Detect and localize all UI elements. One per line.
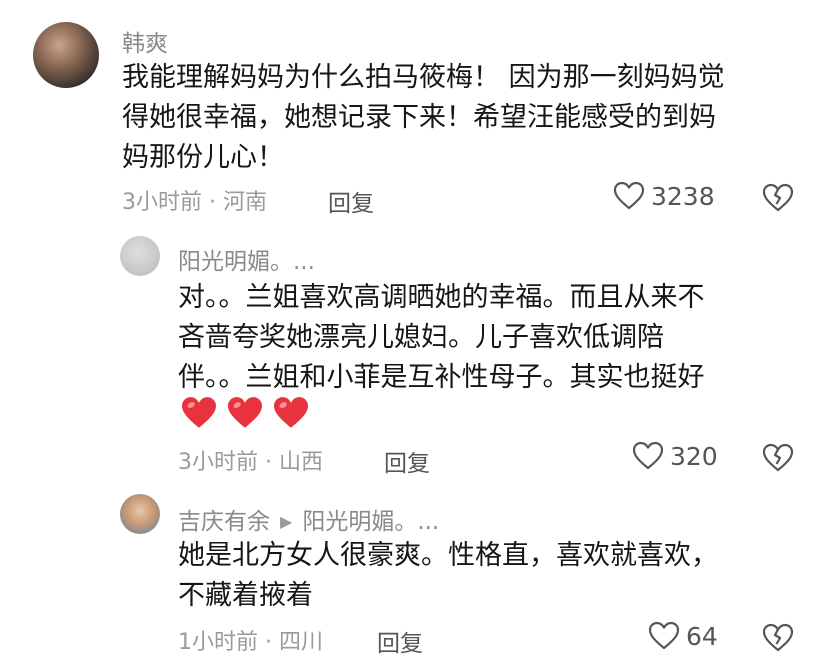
timestamp: 3小时前 — [178, 450, 258, 475]
author-name[interactable]: 吉庆有余 — [178, 509, 270, 535]
comment-line: 不藏着掖着 — [178, 580, 313, 611]
comment-line: 妈那份儿心！ — [122, 142, 284, 173]
location: 山西 — [279, 450, 324, 475]
avatar[interactable] — [120, 236, 160, 276]
meta-separator: · — [265, 630, 272, 655]
avatar[interactable] — [33, 22, 99, 88]
dislike-broken-heart-icon[interactable] — [762, 183, 794, 213]
comment-text: 我能理解妈妈为什么拍马筱梅！ 因为那一刻妈妈觉 得她很幸福，她想记录下来！希望汪… — [122, 58, 725, 178]
comment-text: 她是北方女人很豪爽。性格直，喜欢就喜欢， 不藏着掖着 — [178, 536, 718, 616]
reply-arrow-icon: ▶ — [280, 512, 293, 531]
like-count: 320 — [670, 441, 718, 471]
comment-line: 她是北方女人很豪爽。性格直，喜欢就喜欢， — [178, 540, 718, 571]
reply-to-author[interactable]: 阳光明媚。... — [302, 509, 439, 535]
comment-author[interactable]: 阳光明媚。... — [178, 242, 315, 276]
comment-author: 吉庆有余 ▶ 阳光明媚。... — [178, 502, 439, 536]
comment-meta: 3小时前 · 河南 — [122, 184, 267, 216]
red-heart-icon — [182, 397, 216, 428]
meta-separator: · — [265, 450, 272, 475]
dislike-broken-heart-icon[interactable] — [762, 443, 794, 473]
meta-separator: · — [209, 190, 216, 215]
reply-button[interactable]: 回复 — [377, 624, 423, 658]
comment-meta: 3小时前 · 山西 — [178, 444, 323, 476]
reply-button[interactable]: 回复 — [328, 184, 374, 218]
comment-author[interactable]: 韩爽 — [122, 24, 168, 58]
comment-line: 伴。。兰姐和小菲是互补性母子。其实也挺好 — [178, 362, 705, 393]
reply-button[interactable]: 回复 — [384, 444, 430, 478]
like-button[interactable]: 320 — [632, 441, 718, 471]
timestamp: 3小时前 — [122, 190, 202, 215]
avatar[interactable] — [120, 494, 160, 534]
like-count: 3238 — [651, 181, 715, 211]
comment-line: 吝啬夸奖她漂亮儿媳妇。儿子喜欢低调陪 — [178, 322, 664, 353]
comment-line: 得她很幸福，她想记录下来！希望汪能感受的到妈 — [122, 102, 716, 133]
comment-meta: 1小时前 · 四川 — [178, 624, 323, 656]
location: 四川 — [279, 630, 324, 655]
heart-outline-icon — [632, 441, 664, 470]
comment-line: 我能理解妈妈为什么拍马筱梅！ 因为那一刻妈妈觉 — [122, 62, 725, 93]
red-heart-icon — [274, 397, 308, 428]
comment-line: 对。。兰姐喜欢高调晒她的幸福。而且从来不 — [178, 282, 705, 313]
emoji-row — [180, 396, 310, 430]
dislike-broken-heart-icon[interactable] — [762, 623, 794, 653]
heart-outline-icon — [648, 621, 680, 650]
like-count: 64 — [686, 621, 718, 651]
heart-outline-icon — [613, 181, 645, 210]
like-button[interactable]: 64 — [648, 621, 718, 651]
location: 河南 — [223, 190, 268, 215]
like-button[interactable]: 3238 — [613, 181, 715, 211]
red-heart-icon — [228, 397, 262, 428]
comment-text: 对。。兰姐喜欢高调晒她的幸福。而且从来不 吝啬夸奖她漂亮儿媳妇。儿子喜欢低调陪 … — [178, 278, 705, 398]
timestamp: 1小时前 — [178, 630, 258, 655]
